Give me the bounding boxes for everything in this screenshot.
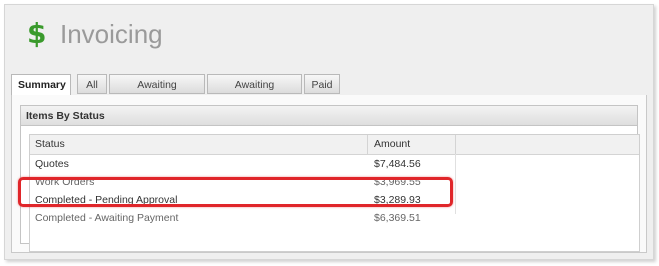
highlight-annotation: [18, 177, 453, 207]
page-title: Invoicing: [60, 19, 163, 49]
row-status: Quotes: [35, 158, 69, 170]
dollar-icon: $: [27, 17, 47, 50]
tab-awaiting-approval[interactable]: Awaiting Approval: [109, 74, 205, 111]
row-amount: $7,484.56: [374, 158, 421, 170]
app-header: $ Invoicing: [5, 5, 653, 69]
tab-awaiting-payment[interactable]: Awaiting Payment: [207, 74, 302, 111]
tab-summary[interactable]: Summary: [11, 74, 71, 96]
column-divider: [367, 135, 368, 154]
tab-content: Items By Status Status Amount Quotes $7,…: [11, 95, 647, 253]
items-by-status-panel: Items By Status Status Amount Quotes $7,…: [20, 105, 640, 252]
table-row[interactable]: Quotes $7,484.56: [30, 155, 455, 174]
app-window: $ Invoicing Summary All Awaiting Approva…: [4, 4, 654, 260]
column-divider: [455, 135, 456, 154]
tab-bar: Summary All Awaiting Approval Awaiting P…: [11, 73, 647, 111]
panel-title: Items By Status: [21, 106, 637, 126]
column-divider: [455, 154, 456, 214]
column-header-status[interactable]: Status: [35, 135, 65, 154]
row-status: Completed - Awaiting Payment: [35, 212, 179, 224]
row-amount: $6,369.51: [374, 212, 421, 224]
column-header-amount[interactable]: Amount: [374, 135, 410, 154]
tab-paid[interactable]: Paid: [304, 74, 340, 94]
table-header: Status Amount: [30, 135, 639, 155]
tab-all[interactable]: All: [77, 74, 107, 94]
table-row[interactable]: Completed - Awaiting Payment $6,369.51: [30, 209, 455, 228]
